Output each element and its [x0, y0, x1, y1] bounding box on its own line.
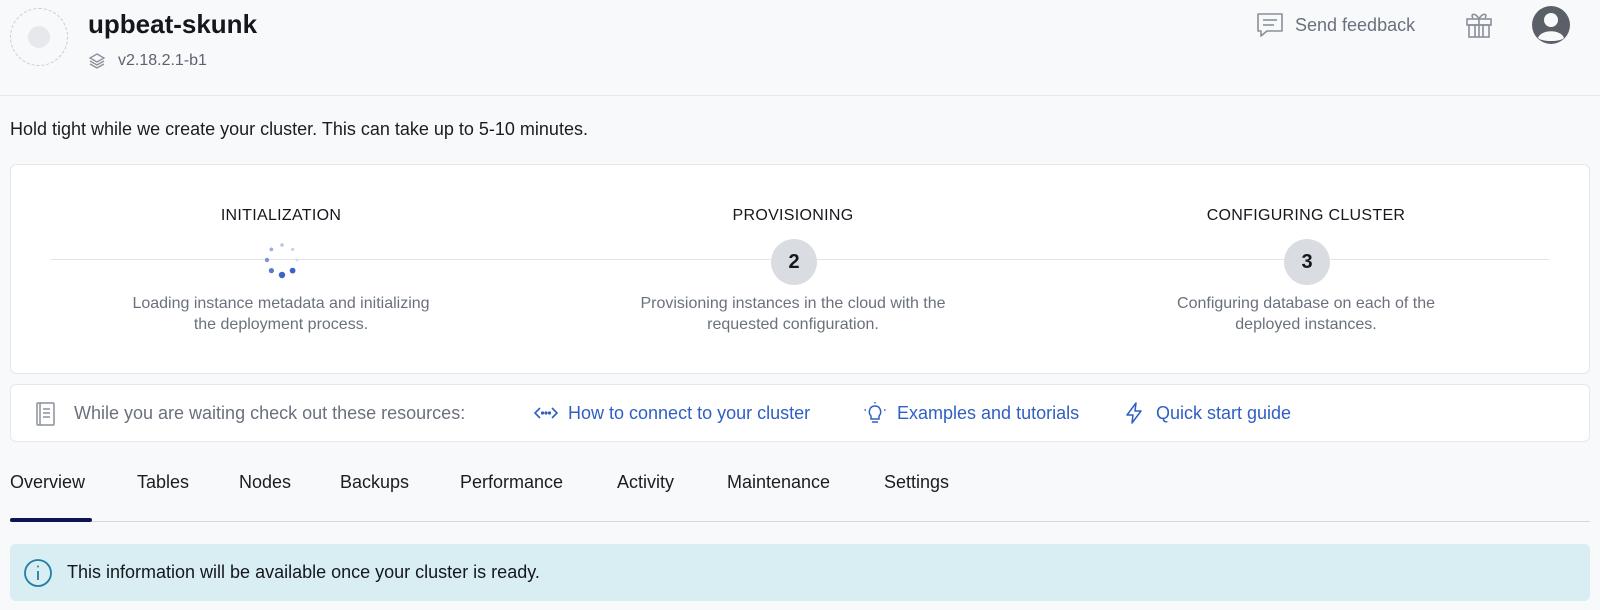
tab-activity[interactable]: Activity	[617, 472, 674, 493]
code-arrows-icon	[534, 407, 558, 419]
cluster-logo	[10, 8, 68, 66]
tab-backups[interactable]: Backups	[340, 472, 409, 493]
info-banner: This information will be available once …	[10, 544, 1590, 601]
step-description: Provisioning instances in the cloud with…	[633, 293, 953, 335]
step-number-badge: 3	[1284, 239, 1330, 285]
step-desc-line: Loading instance metadata and initializi…	[132, 295, 430, 312]
cluster-tabs: Overview Tables Nodes Backups Performanc…	[10, 454, 1590, 522]
step-desc-line: Provisioning instances in the cloud with…	[640, 295, 946, 312]
lightbulb-icon	[864, 402, 886, 423]
status-message: Hold tight while we create your cluster.…	[10, 119, 588, 139]
tab-overview[interactable]: Overview	[10, 472, 85, 493]
step-desc-line: deployed instances.	[1235, 316, 1377, 333]
step-description: Configuring database on each of the depl…	[1146, 293, 1466, 335]
send-feedback-label: Send feedback	[1295, 14, 1416, 35]
step-desc-line: the deployment process.	[193, 316, 369, 333]
tab-tables[interactable]: Tables	[137, 472, 189, 493]
resources-bar: While you are waiting check out these re…	[10, 384, 1590, 442]
step-description: Loading instance metadata and initializi…	[121, 293, 441, 335]
send-feedback-button[interactable]: Send feedback	[1255, 10, 1415, 40]
info-banner-text: This information will be available once …	[67, 562, 540, 582]
lightning-icon	[1126, 402, 1142, 424]
cluster-name: upbeat-skunk	[88, 9, 258, 39]
document-icon	[36, 402, 55, 426]
active-tab-indicator	[10, 518, 92, 522]
user-account-icon[interactable]	[1531, 5, 1571, 45]
step-number-badge: 2	[771, 239, 817, 285]
step-desc-line: requested configuration.	[707, 316, 879, 333]
tab-settings[interactable]: Settings	[884, 472, 949, 493]
info-icon	[24, 559, 52, 587]
step-title: PROVISIONING	[732, 207, 854, 224]
deployment-stepper: INITIALIZATION Loading instance metadata…	[10, 164, 1590, 374]
link-label: How to connect to your cluster	[568, 402, 811, 423]
loading-spinner-icon	[264, 243, 299, 279]
resources-lead-text: While you are waiting check out these re…	[74, 403, 466, 423]
tab-performance[interactable]: Performance	[460, 472, 563, 493]
how-to-connect-link[interactable]: How to connect to your cluster	[534, 399, 810, 427]
step-title: CONFIGURING CLUSTER	[1206, 207, 1406, 224]
tab-maintenance[interactable]: Maintenance	[727, 472, 830, 493]
step-desc-line: Configuring database on each of the	[1177, 295, 1435, 312]
layers-icon	[88, 53, 106, 69]
chat-icon	[1257, 13, 1283, 37]
page-header: upbeat-skunk v2.18.2.1-b1 Send feedback	[0, 0, 1600, 96]
tab-nodes[interactable]: Nodes	[239, 472, 291, 493]
step-title: INITIALIZATION	[220, 207, 342, 224]
quick-start-guide-link[interactable]: Quick start guide	[1122, 399, 1291, 427]
gift-icon[interactable]	[1463, 8, 1495, 40]
link-label: Quick start guide	[1156, 402, 1292, 423]
examples-tutorials-link[interactable]: Examples and tutorials	[863, 399, 1079, 427]
cluster-version: v2.18.2.1-b1	[118, 52, 207, 69]
link-label: Examples and tutorials	[897, 402, 1080, 423]
